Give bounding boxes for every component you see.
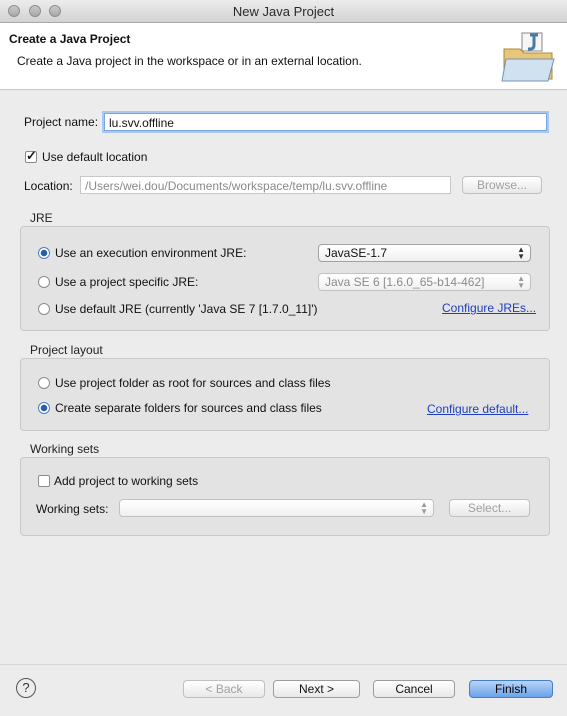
working-sets-group-title: Working sets [30,442,100,456]
location-label: Location: [24,179,73,193]
project-folder-root-label: Use project folder as root for sources a… [55,376,331,390]
project-layout-group [20,358,550,431]
help-icon[interactable]: ? [16,678,36,698]
project-name-label: Project name: [24,115,99,129]
working-sets-group [20,457,550,536]
project-folder-root-radio[interactable] [38,377,50,389]
default-jre-radio[interactable] [38,303,50,315]
project-specific-jre-select[interactable]: Java SE 6 [1.6.0_65-b14-462] ▲ ▼ [318,273,531,291]
use-default-location-checkbox[interactable] [25,148,37,164]
execution-env-select[interactable]: JavaSE-1.7 ▲ ▼ [318,244,531,262]
next-button[interactable]: Next > [273,680,360,698]
select-arrows-icon: ▲ ▼ [420,500,428,516]
select-arrows-icon: ▲ ▼ [517,274,525,290]
working-sets-select[interactable]: ▲ ▼ [119,499,434,517]
project-layout-group-title: Project layout [30,343,103,357]
separate-folders-radio[interactable] [38,402,50,414]
project-specific-jre-radio[interactable] [38,276,50,288]
configure-jres-link[interactable]: Configure JREs... [442,301,536,315]
wizard-header: Create a Java Project Create a Java proj… [0,23,567,90]
location-input[interactable]: /Users/wei.dou/Documents/workspace/temp/… [80,176,451,194]
window-titlebar: New Java Project [0,0,567,23]
wizard-description: Create a Java project in the workspace o… [17,54,362,68]
footer-divider [0,664,567,665]
add-to-working-sets-label: Add project to working sets [54,474,199,488]
finish-button[interactable]: Finish [469,680,553,698]
add-to-working-sets-checkbox[interactable] [38,475,50,487]
separate-folders-label: Create separate folders for sources and … [55,401,322,415]
window-title: New Java Project [232,4,335,19]
use-default-location-label: Use default location [42,150,148,164]
jre-group-title: JRE [30,211,53,225]
working-sets-label: Working sets: [36,502,109,516]
project-specific-jre-label: Use a project specific JRE: [55,275,199,289]
project-name-input[interactable]: lu.svv.offline [104,113,547,131]
select-arrows-icon: ▲ ▼ [517,245,525,261]
default-jre-label: Use default JRE (currently 'Java SE 7 [1… [55,302,318,316]
select-working-sets-button[interactable]: Select... [449,499,530,517]
cancel-button[interactable]: Cancel [373,680,455,698]
execution-env-value: JavaSE-1.7 [325,246,388,260]
browse-button[interactable]: Browse... [462,176,542,194]
java-project-folder-icon [501,32,555,82]
execution-env-jre-label: Use an execution environment JRE: [55,246,247,260]
wizard-title: Create a Java Project [9,32,131,46]
back-button[interactable]: < Back [183,680,265,698]
configure-default-link[interactable]: Configure default... [427,402,528,416]
project-specific-jre-value: Java SE 6 [1.6.0_65-b14-462] [325,275,485,289]
execution-env-jre-radio[interactable] [38,247,50,259]
